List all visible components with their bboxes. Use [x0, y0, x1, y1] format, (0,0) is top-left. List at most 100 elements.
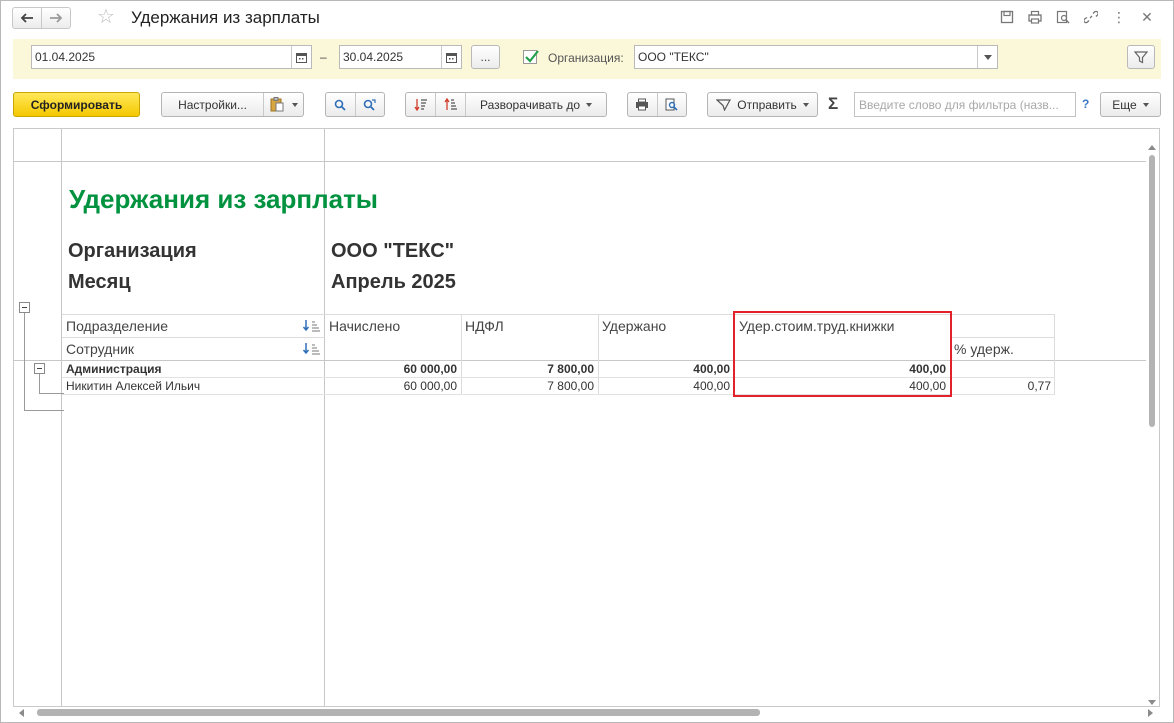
- find-button[interactable]: [326, 93, 356, 116]
- chevron-down-icon: [802, 102, 809, 107]
- row-group-name: Администрация: [66, 362, 162, 376]
- generate-button[interactable]: Сформировать: [13, 92, 140, 117]
- close-icon[interactable]: ✕: [1139, 9, 1155, 25]
- date-to-calendar-button[interactable]: [441, 46, 461, 68]
- date-to-field[interactable]: 30.04.2025: [339, 45, 462, 69]
- save-icon[interactable]: [999, 9, 1015, 25]
- send-button[interactable]: Отправить: [707, 92, 818, 117]
- more-button[interactable]: Еще: [1100, 92, 1161, 117]
- horizontal-scroll-thumb[interactable]: [37, 709, 760, 716]
- row-employee-ndfl: 7 800,00: [547, 379, 594, 393]
- chevron-down-icon: [586, 102, 592, 107]
- more-menu-icon[interactable]: ⋮: [1111, 9, 1127, 25]
- date-to-value: 30.04.2025: [343, 50, 404, 64]
- settings-group: Настройки...: [161, 92, 304, 117]
- header-employee: Сотрудник: [66, 341, 135, 357]
- scroll-left-icon[interactable]: [19, 709, 24, 717]
- funnel-icon: [1134, 50, 1148, 63]
- tree-line: [24, 410, 64, 411]
- col-withheld-line: [598, 314, 599, 394]
- title-bar: ☆ Удержания из зарплаты ⋮ ✕: [1, 1, 1173, 35]
- arrow-right-icon: [50, 13, 63, 23]
- param-organization-label: Организация: [68, 240, 197, 262]
- find-next-button[interactable]: [356, 93, 385, 116]
- col-ndfl-line: [461, 314, 462, 394]
- row-employee-name: Никитин Алексей Ильич: [66, 379, 201, 393]
- sum-icon[interactable]: Σ: [828, 94, 838, 114]
- tree-line: [39, 374, 40, 393]
- date-from-field[interactable]: 01.04.2025: [31, 45, 312, 69]
- sort-ascending-icon: [413, 99, 427, 111]
- print-preview-icon: [665, 98, 678, 111]
- row-employee-percent: 0,77: [1027, 379, 1051, 393]
- row-group-withheld: 400,00: [693, 362, 730, 376]
- find-next-icon: [363, 98, 376, 111]
- scroll-down-icon[interactable]: [1148, 700, 1156, 705]
- print-button[interactable]: [628, 93, 658, 116]
- row-group-accrued: 60 000,00: [403, 362, 457, 376]
- scroll-up-icon[interactable]: [1148, 145, 1156, 150]
- header-withheld: Удержано: [602, 318, 667, 334]
- chevron-down-icon: [291, 102, 298, 107]
- checkmark-icon: [525, 50, 539, 63]
- calendar-icon: [296, 52, 307, 63]
- help-icon[interactable]: ?: [1082, 97, 1089, 111]
- organization-field[interactable]: ООО "ТЕКС": [634, 45, 998, 69]
- print-preview-button[interactable]: [658, 93, 687, 116]
- sort-descending-button[interactable]: [436, 93, 466, 116]
- grouping-column-divider: [61, 129, 62, 706]
- magnifier-icon: [334, 99, 346, 111]
- vertical-scroll-thumb[interactable]: [1149, 155, 1155, 427]
- row-employee-withheld: 400,00: [693, 379, 730, 393]
- date-from-value: 01.04.2025: [35, 50, 96, 64]
- col-end-line: [1054, 314, 1055, 394]
- vertical-scrollbar[interactable]: [1145, 145, 1159, 705]
- header-department: Подразделение: [66, 318, 169, 334]
- expand-to-label: Разворачивать до: [479, 97, 580, 112]
- expand-to-dropdown[interactable]: Разворачивать до: [466, 93, 606, 116]
- tree-line: [39, 393, 64, 394]
- grouping-group: Разворачивать до: [405, 92, 607, 117]
- link-icon[interactable]: [1083, 9, 1099, 25]
- header-ndfl: НДФЛ: [465, 318, 504, 334]
- sort-order-icon[interactable]: [303, 343, 321, 355]
- settings-button[interactable]: Настройки...: [162, 93, 264, 116]
- row-employee-accrued: 60 000,00: [403, 379, 457, 393]
- report-spreadsheet[interactable]: Удержания из зарплаты Организация ООО "Т…: [13, 128, 1160, 707]
- chevron-down-icon: [983, 54, 992, 60]
- more-label: Еще: [1112, 97, 1137, 112]
- send-icon: [716, 98, 732, 111]
- organization-checkbox[interactable]: [523, 50, 539, 64]
- filter-panel: 01.04.2025 – 30.04.2025 ... Организация:…: [13, 39, 1161, 79]
- header-percent: % удерж.: [954, 341, 1014, 357]
- print-icon[interactable]: [1027, 9, 1043, 25]
- favorite-star-icon[interactable]: ☆: [97, 6, 115, 28]
- print-group: [627, 92, 687, 117]
- organization-label: Организация:: [548, 51, 624, 65]
- back-button[interactable]: [12, 7, 42, 29]
- organization-value: ООО "ТЕКС": [638, 50, 709, 64]
- tree-line: [24, 313, 25, 410]
- sort-descending-icon: [443, 98, 457, 110]
- filter-search-input[interactable]: Введите слово для фильтра (назв...: [854, 92, 1076, 117]
- filter-settings-button[interactable]: [1127, 45, 1155, 69]
- calendar-icon: [446, 52, 457, 63]
- printer-icon: [636, 98, 649, 111]
- select-period-button[interactable]: ...: [471, 45, 500, 69]
- sort-ascending-button[interactable]: [406, 93, 436, 116]
- collapse-group-toggle[interactable]: [34, 363, 45, 374]
- collapse-all-toggle[interactable]: [19, 302, 30, 313]
- date-separator: –: [320, 50, 327, 64]
- header-accrued: Начислено: [329, 318, 401, 334]
- param-organization-value: ООО "ТЕКС": [331, 240, 455, 262]
- organization-dropdown-button[interactable]: [977, 46, 997, 68]
- param-month-label: Месяц: [68, 271, 131, 293]
- forward-button[interactable]: [41, 7, 71, 29]
- chevron-down-icon: [1142, 102, 1149, 107]
- sort-order-icon[interactable]: [303, 320, 321, 332]
- scroll-right-icon[interactable]: [1148, 709, 1153, 717]
- horizontal-scrollbar[interactable]: [13, 706, 1159, 720]
- preview-icon[interactable]: [1055, 9, 1071, 25]
- date-from-calendar-button[interactable]: [291, 46, 311, 68]
- report-variant-button[interactable]: [264, 93, 303, 116]
